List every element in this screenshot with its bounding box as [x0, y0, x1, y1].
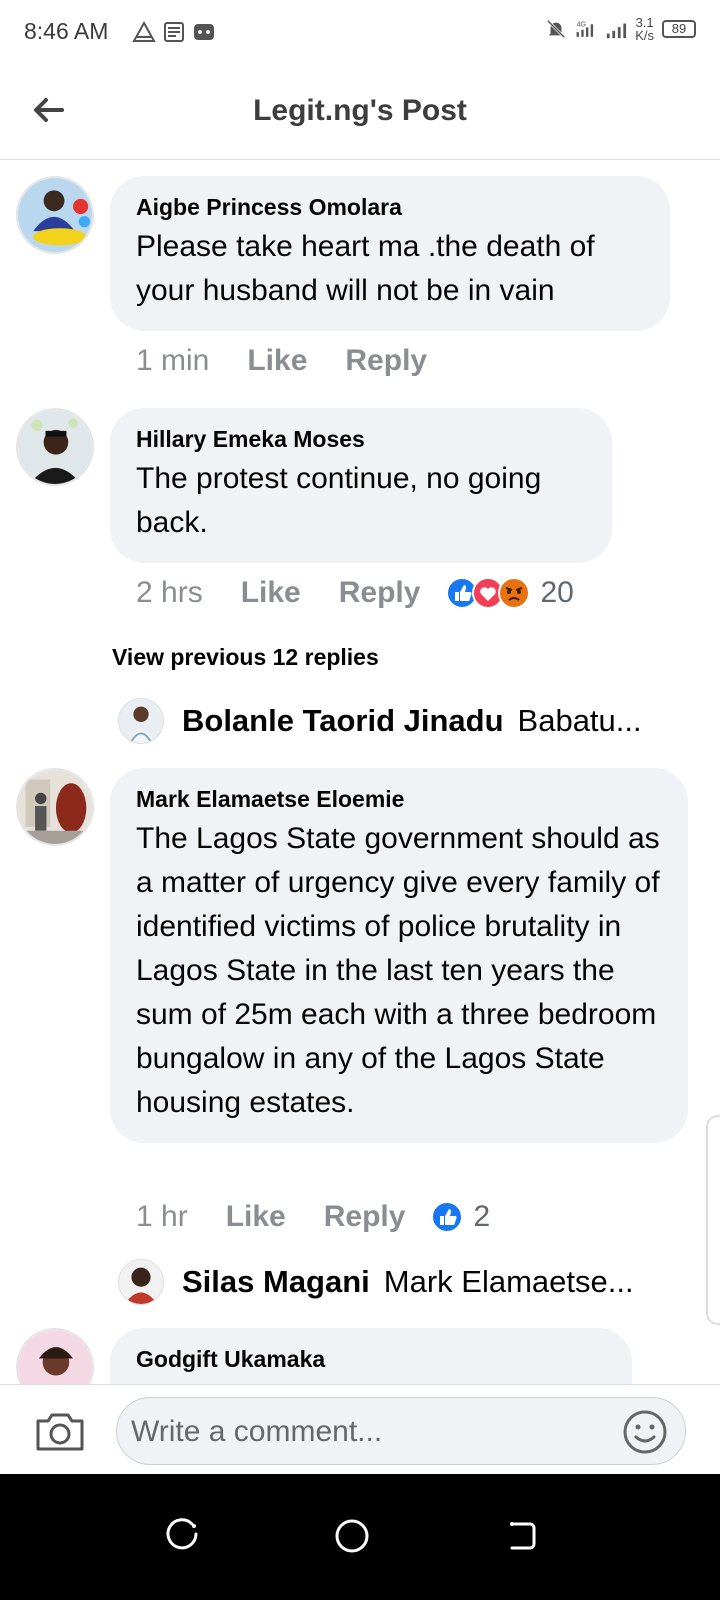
angry-icon: [498, 577, 531, 609]
battery-indicator: 89: [662, 20, 696, 38]
reply-preview[interactable]: Bolanle Taorid Jinadu Babatu...: [118, 698, 642, 744]
comment-item: Godgift Ukamaka: [0, 1328, 720, 1384]
like-button[interactable]: Like: [247, 344, 307, 378]
comment-text: Please take heart ma .the death of your …: [136, 230, 595, 307]
comment-text: The protest continue, no going back.: [136, 462, 542, 539]
reaction-count[interactable]: 2: [473, 1200, 490, 1234]
comment-bubble[interactable]: Godgift Ukamaka: [110, 1328, 632, 1384]
comment-author[interactable]: Mark Elamaetse Eloemie: [136, 786, 662, 813]
comment-time: 1 hr: [136, 1200, 188, 1233]
comment-bubble[interactable]: Hillary Emeka Moses The protest continue…: [110, 408, 612, 563]
reply-author: Silas Magani: [182, 1264, 370, 1299]
like-button[interactable]: Like: [226, 1200, 286, 1234]
reaction-count[interactable]: 20: [540, 576, 573, 610]
network-speed: 3.1 K/s: [635, 15, 654, 43]
avatar[interactable]: [16, 176, 94, 254]
camera-icon[interactable]: [34, 1409, 86, 1453]
reply-author: Bolanle Taorid Jinadu: [182, 703, 504, 738]
signal-icon: [607, 23, 627, 39]
like-icon: [431, 1201, 464, 1233]
comment-text: The Lagos State government should as a m…: [136, 822, 660, 1119]
reaction-summary[interactable]: [431, 1201, 464, 1233]
like-button[interactable]: Like: [241, 576, 301, 610]
avatar[interactable]: [16, 768, 94, 846]
avatar: [118, 1259, 164, 1305]
recent-apps-icon[interactable]: [158, 1512, 206, 1560]
comment-bubble[interactable]: Mark Elamaetse Eloemie The Lagos State g…: [110, 768, 688, 1143]
reaction-summary[interactable]: [446, 577, 531, 609]
news-icon: [164, 22, 184, 42]
comment-time: 1 min: [136, 344, 210, 377]
reply-snippet: Babatu...: [517, 703, 642, 738]
avatar[interactable]: [16, 1328, 94, 1384]
reply-button[interactable]: Reply: [339, 576, 421, 610]
game-controller-icon: [194, 24, 214, 40]
page-title: Legit.ng's Post: [253, 94, 467, 127]
comment-actions: 2 hrs Like Reply 20: [136, 576, 574, 610]
status-indicators: 4G 3.1 K/s 89: [545, 16, 696, 42]
comment-actions: 1 min Like Reply: [136, 344, 465, 378]
reply-snippet: Mark Elamaetse...: [383, 1264, 634, 1299]
reply-button[interactable]: Reply: [324, 1200, 406, 1234]
system-navigation-bar: [0, 1474, 720, 1600]
comment-time: 2 hrs: [136, 576, 203, 609]
status-time: 8:46 AM: [24, 18, 109, 44]
comment-bubble[interactable]: Aigbe Princess Omolara Please take heart…: [110, 176, 670, 331]
reply-button[interactable]: Reply: [345, 344, 427, 378]
comment-actions: 1 hr Like Reply 2: [136, 1200, 490, 1234]
comment-input[interactable]: [131, 1408, 611, 1456]
emoji-icon[interactable]: [621, 1408, 669, 1456]
avatar: [118, 698, 164, 744]
side-scroll-handle[interactable]: [706, 1115, 720, 1325]
warning-icon: [132, 20, 156, 42]
comment-author[interactable]: Aigbe Princess Omolara: [136, 194, 644, 221]
signal-4g-icon: 4G: [576, 22, 594, 37]
status-bar: 8:46 AM 4G 3.1 K/s 89: [0, 0, 720, 64]
back-nav-icon[interactable]: [498, 1512, 546, 1560]
comment-author[interactable]: Godgift Ukamaka: [136, 1346, 606, 1373]
reply-preview[interactable]: Silas Magani Mark Elamaetse...: [118, 1259, 634, 1305]
comment-author[interactable]: Hillary Emeka Moses: [136, 426, 586, 453]
comment-input-field[interactable]: [116, 1397, 686, 1465]
comment-composer: [0, 1384, 720, 1474]
mute-bell-icon: [546, 19, 566, 39]
svg-text:4G: 4G: [577, 22, 586, 29]
avatar[interactable]: [16, 408, 94, 486]
view-previous-replies-link[interactable]: View previous 12 replies: [112, 644, 379, 671]
notification-icons: [132, 20, 216, 44]
page-header: Legit.ng's Post: [0, 64, 720, 160]
home-icon[interactable]: [328, 1512, 376, 1560]
